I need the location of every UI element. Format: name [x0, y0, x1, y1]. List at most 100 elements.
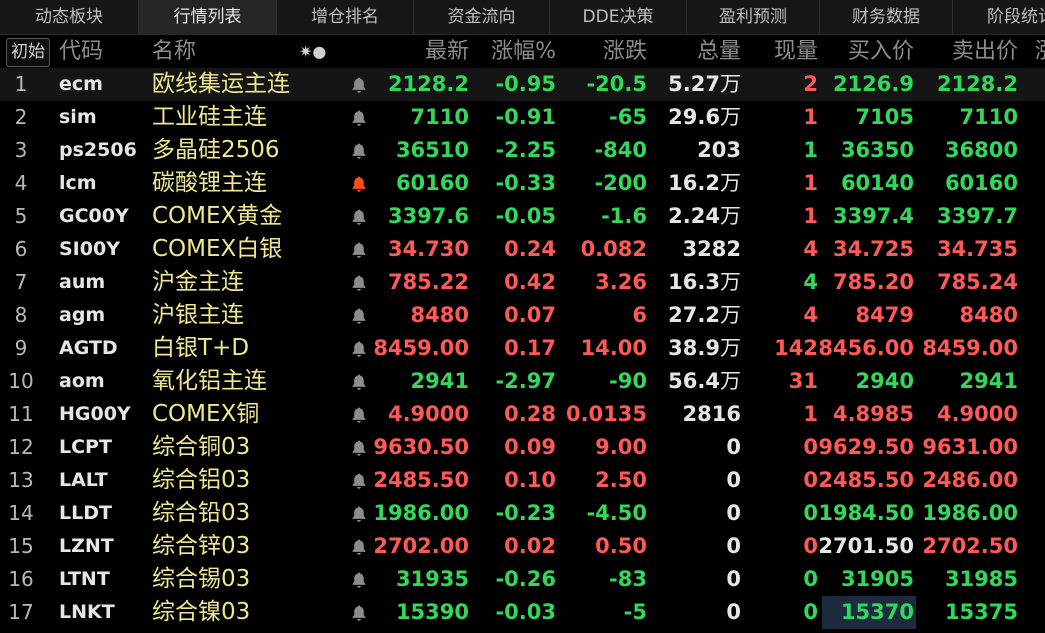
bell-icon[interactable] [351, 266, 369, 299]
symbol-code: aom [59, 370, 105, 392]
table-row[interactable]: 4 lcm 碳酸锂主连 60160 -0.33 -200 16.2万 1 60140 60160 [0, 167, 1045, 200]
symbol-name: 碳酸锂主连 [152, 170, 267, 196]
column-icons[interactable]: ✷● [299, 35, 326, 68]
change-value: 6 [632, 303, 647, 327]
change-percent: -0.05 [495, 204, 556, 228]
current-volume: 1 [803, 171, 818, 195]
column-extra[interactable]: 涨 [1035, 35, 1045, 68]
table-row[interactable]: 15 LZNT 综合锌03 2702.00 0.02 0.50 0 0 2701.50 2702.… [0, 530, 1045, 563]
last-price: 7110 [410, 105, 469, 129]
volume-value: 0 [726, 534, 741, 558]
volume-unit: 万 [720, 270, 741, 294]
bell-icon[interactable] [351, 200, 369, 233]
volume-unit: 万 [720, 105, 741, 129]
row-index: 16 [8, 567, 34, 591]
table-row[interactable]: 14 LLDT 综合铅03 1986.00 -0.23 -4.50 0 0 1984.50 198… [0, 497, 1045, 530]
current-volume: 0 [803, 435, 818, 459]
column-name[interactable]: 名称 [152, 35, 196, 68]
bid-price: 785.20 [832, 270, 914, 294]
bell-icon[interactable] [351, 398, 369, 431]
symbol-name: 沪银主连 [152, 302, 244, 328]
last-price: 2702.00 [373, 534, 469, 558]
current-volume: 1 [803, 105, 818, 129]
tab-stage-stats[interactable]: 阶段统计 [953, 0, 1045, 34]
last-price: 2128.2 [387, 72, 469, 96]
tab-dde-decision[interactable]: DDE决策 [550, 0, 687, 34]
last-price: 2941 [410, 369, 469, 393]
symbol-code: AGTD [59, 337, 118, 359]
table-row[interactable]: 16 LTNT 综合锡03 31935 -0.26 -83 0 0 31905 31985 [0, 563, 1045, 596]
bell-icon[interactable] [351, 101, 369, 134]
total-volume: 0 [726, 464, 741, 497]
bell-icon[interactable] [351, 464, 369, 497]
total-volume: 2.24万 [668, 200, 741, 233]
bell-icon[interactable] [351, 596, 369, 629]
bell-icon[interactable] [351, 233, 369, 266]
table-row[interactable]: 10 aom 氧化铝主连 2941 -2.97 -90 56.4万 31 2940 2941 [0, 365, 1045, 398]
last-price: 785.22 [387, 270, 469, 294]
table-row[interactable]: 6 SI00Y COMEX白银 34.730 0.24 0.082 3282 4 34.725 3… [0, 233, 1045, 266]
table-row[interactable]: 1 ecm 欧线集运主连 2128.2 -0.95 -20.5 5.27万 2 2126.9 21… [0, 68, 1045, 101]
column-ask[interactable]: 卖出价 [952, 35, 1018, 68]
column-change[interactable]: 涨跌 [603, 35, 647, 68]
column-current[interactable]: 现量 [774, 35, 818, 68]
column-header-row: 初始 代码 名称 ✷● 最新 涨幅% 涨跌 总量 现量 买入价 卖出价 涨 [0, 35, 1045, 68]
tab-quote-list[interactable]: 行情列表 [139, 0, 277, 34]
column-volume[interactable]: 总量 [697, 35, 741, 68]
symbol-code: LNKT [59, 601, 115, 623]
volume-value: 16.3 [668, 270, 720, 294]
table-row[interactable]: 11 HG00Y COMEX铜 4.9000 0.28 0.0135 2816 1 4.8985… [0, 398, 1045, 431]
current-volume: 1 [803, 204, 818, 228]
row-index: 5 [14, 204, 28, 228]
table-row[interactable]: 3 ps2506 多晶硅2506 36510 -2.25 -840 203 1 36350 368… [0, 134, 1045, 167]
volume-unit: 万 [720, 204, 741, 228]
bell-icon[interactable] [351, 134, 369, 167]
volume-value: 56.4 [668, 369, 720, 393]
column-bid[interactable]: 买入价 [848, 35, 914, 68]
column-code[interactable]: 代码 [59, 35, 103, 68]
symbol-name: COMEX黄金 [152, 203, 283, 229]
volume-unit: 万 [720, 369, 741, 393]
change-percent: 0.09 [504, 435, 556, 459]
row-index: 4 [14, 171, 28, 195]
symbol-code: LZNT [59, 535, 114, 557]
change-value: -83 [609, 567, 647, 591]
change-value: -5 [623, 600, 647, 624]
bell-icon[interactable] [351, 332, 369, 365]
ask-price: 2128.2 [936, 72, 1018, 96]
table-row[interactable]: 17 LNKT 综合镍03 15390 -0.03 -5 0 0 15370 15375 [0, 596, 1045, 629]
ask-price: 1986.00 [922, 501, 1018, 525]
bell-alert-icon[interactable] [351, 167, 369, 200]
symbol-code: LALT [59, 469, 108, 491]
volume-unit: 万 [720, 303, 741, 327]
last-price: 2485.50 [373, 468, 469, 492]
tab-position-ranking[interactable]: 增仓排名 [277, 0, 414, 34]
ask-price: 15375 [944, 600, 1018, 624]
bell-icon[interactable] [351, 365, 369, 398]
table-row[interactable]: 12 LCPT 综合铜03 9630.50 0.09 9.00 0 0 9629.50 9631.… [0, 431, 1045, 464]
table-row[interactable]: 13 LALT 综合铝03 2485.50 0.10 2.50 0 0 2485.50 2486.… [0, 464, 1045, 497]
table-row[interactable]: 7 aum 沪金主连 785.22 0.42 3.26 16.3万 4 785.20 785.24 [0, 266, 1045, 299]
bell-icon[interactable] [351, 299, 369, 332]
init-button[interactable]: 初始 [6, 38, 50, 67]
bell-icon[interactable] [351, 431, 369, 464]
tab-profit-forecast[interactable]: 盈利预测 [687, 0, 820, 34]
bell-icon[interactable] [351, 68, 369, 101]
table-row[interactable]: 5 GC00Y COMEX黄金 3397.6 -0.05 -1.6 2.24万 1 3397.4… [0, 200, 1045, 233]
tab-dynamic-sector[interactable]: 动态板块 [0, 0, 139, 34]
symbol-code: aum [59, 271, 106, 293]
column-last[interactable]: 最新 [425, 35, 469, 68]
tab-fund-flow[interactable]: 资金流向 [414, 0, 550, 34]
bell-icon[interactable] [351, 497, 369, 530]
bell-icon[interactable] [351, 530, 369, 563]
table-row[interactable]: 9 AGTD 白银T+D 8459.00 0.17 14.00 38.9万 142 8456.0… [0, 332, 1045, 365]
bell-icon[interactable] [351, 563, 369, 596]
change-percent: 0.42 [504, 270, 556, 294]
symbol-name: 白银T+D [152, 335, 250, 361]
table-row[interactable]: 8 agm 沪银主连 8480 0.07 6 27.2万 4 8479 8480 [0, 299, 1045, 332]
bid-price: 1984.50 [818, 501, 914, 525]
change-percent: 0.28 [504, 402, 556, 426]
tab-financial-data[interactable]: 财务数据 [820, 0, 953, 34]
column-pct[interactable]: 涨幅% [491, 35, 556, 68]
table-row[interactable]: 2 sim 工业硅主连 7110 -0.91 -65 29.6万 1 7105 7110 [0, 101, 1045, 134]
